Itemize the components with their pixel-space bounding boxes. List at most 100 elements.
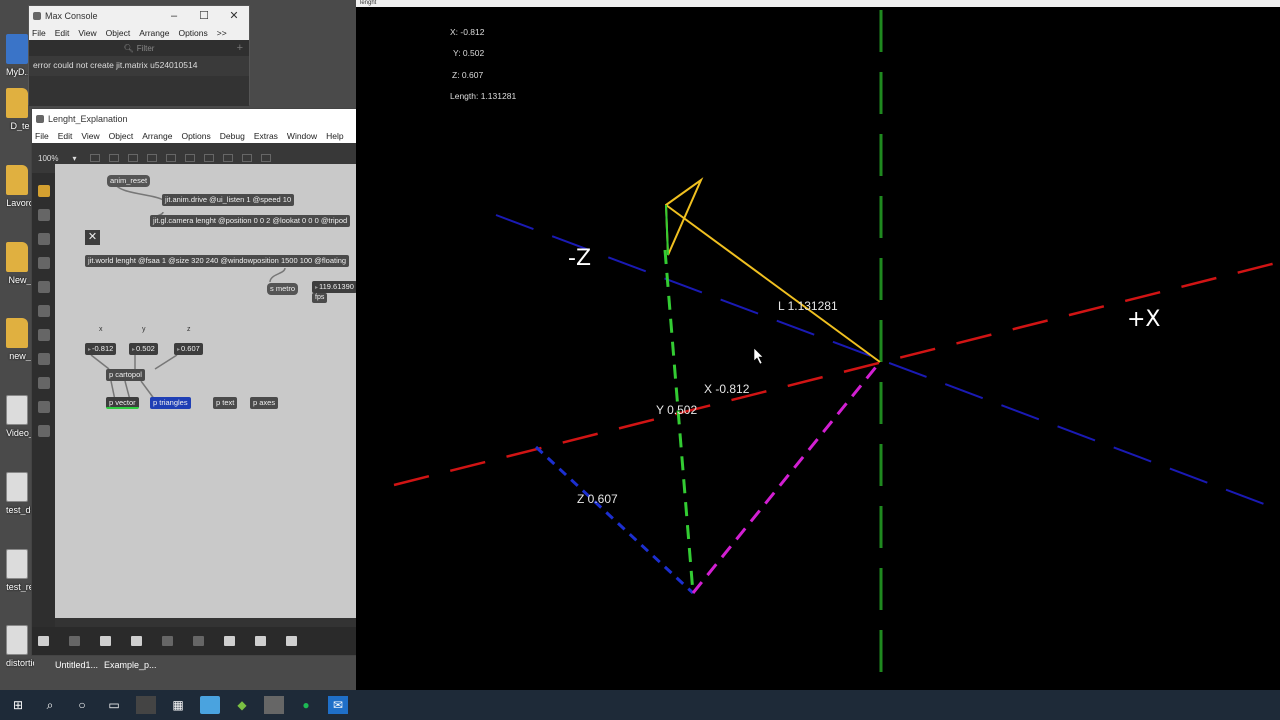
image-icon[interactable] bbox=[37, 305, 50, 317]
menu-arrange[interactable]: Arrange bbox=[139, 28, 169, 38]
comment-icon[interactable] bbox=[100, 636, 111, 646]
menu-object[interactable]: Object bbox=[109, 131, 134, 141]
maximize-icon[interactable]: ☐ bbox=[189, 9, 219, 22]
info-icon[interactable] bbox=[37, 401, 50, 413]
minimize-icon[interactable]: – bbox=[159, 10, 189, 22]
gl-render-window[interactable]: lenght X: -0.812 Y: 0.502 Z: 0.607 Lengt… bbox=[356, 0, 1280, 690]
fps-number[interactable]: 119.61390 bbox=[312, 281, 357, 293]
toolbar-icon[interactable] bbox=[128, 154, 139, 162]
anim-drive-object[interactable]: jit.anim.drive @ui_listen 1 @speed 10 bbox=[162, 194, 295, 206]
world-object[interactable]: jit.world lenght @fsaa 1 @size 320 240 @… bbox=[85, 255, 350, 267]
cortana-icon[interactable]: ○ bbox=[72, 696, 92, 714]
triangles-subpatch[interactable]: p triangles bbox=[150, 397, 191, 409]
menu-extras[interactable]: Extras bbox=[254, 131, 278, 141]
close-icon[interactable]: ✕ bbox=[85, 230, 100, 245]
desktop-icon-label: test_de bbox=[6, 505, 34, 515]
camera-object[interactable]: jit.gl.camera lenght @position 0 0 2 @lo… bbox=[150, 215, 351, 227]
keyboard-icon[interactable] bbox=[286, 636, 297, 646]
sliders-icon[interactable] bbox=[37, 281, 50, 293]
app-icon[interactable] bbox=[200, 696, 220, 714]
menu-options[interactable]: Options bbox=[181, 131, 210, 141]
desktop-icon[interactable]: Lavoro bbox=[0, 165, 34, 208]
chevron-down-icon[interactable]: ▾ bbox=[72, 154, 76, 163]
patcher-canvas[interactable]: anim_reset jit.anim.drive @ui_listen 1 @… bbox=[55, 164, 358, 618]
spotify-icon[interactable]: ● bbox=[296, 696, 316, 714]
desktop-icon[interactable]: test_re bbox=[0, 549, 34, 592]
desktop-icon[interactable]: distortion_... bbox=[0, 625, 34, 668]
windows-start-icon[interactable]: ⊞ bbox=[8, 696, 28, 714]
cartopol-object[interactable]: p cartopol bbox=[106, 369, 145, 381]
menu-help[interactable]: Help bbox=[326, 131, 343, 141]
wrench-icon[interactable] bbox=[224, 636, 235, 646]
piano-icon[interactable] bbox=[255, 636, 266, 646]
number-y[interactable]: 0.502 bbox=[129, 343, 158, 355]
palette-icon[interactable] bbox=[37, 185, 50, 197]
menu-options[interactable]: Options bbox=[178, 28, 207, 38]
menu-file[interactable]: File bbox=[32, 28, 46, 38]
search-icon[interactable]: ⌕ bbox=[40, 696, 60, 714]
toolbar-icon[interactable] bbox=[223, 154, 234, 162]
app-icon[interactable] bbox=[264, 696, 284, 714]
menu-window[interactable]: Window bbox=[287, 131, 317, 141]
desktop-icon-label[interactable]: Untitled1... bbox=[55, 660, 98, 670]
console-titlebar[interactable]: Max Console – ☐ ✕ bbox=[29, 6, 249, 25]
windows-icon[interactable] bbox=[131, 636, 142, 646]
lock-icon[interactable] bbox=[38, 636, 49, 646]
console-message[interactable]: error could not create jit.matrix u52401… bbox=[29, 56, 249, 76]
desktop-icon[interactable]: test_de bbox=[0, 472, 34, 515]
add-icon[interactable]: + bbox=[237, 42, 243, 54]
plug-icon[interactable] bbox=[37, 353, 50, 365]
mail-icon[interactable]: ✉ bbox=[328, 696, 348, 714]
console-filter[interactable]: 🔍︎ Filter + bbox=[29, 40, 249, 56]
menu-object[interactable]: Object bbox=[106, 28, 131, 38]
toolbar-icon[interactable] bbox=[204, 154, 215, 162]
presentation-icon[interactable] bbox=[69, 636, 80, 646]
toolbar-icon[interactable] bbox=[109, 154, 120, 162]
grid-icon[interactable] bbox=[162, 636, 173, 646]
task-view-icon[interactable]: ▭ bbox=[104, 696, 124, 714]
wand-icon[interactable] bbox=[193, 636, 204, 646]
music-note-icon[interactable] bbox=[37, 257, 50, 269]
menu-file[interactable]: File bbox=[35, 131, 49, 141]
paperclip-icon[interactable] bbox=[37, 329, 50, 341]
z-axis-line bbox=[495, 214, 1280, 511]
menu-more[interactable]: >> bbox=[217, 28, 227, 38]
desktop-icon-label[interactable]: Example_p... bbox=[104, 660, 157, 670]
app-icon[interactable] bbox=[136, 696, 156, 714]
axes-subpatch[interactable]: p axes bbox=[250, 397, 279, 409]
left-toolbar bbox=[32, 173, 55, 628]
desktop-icon[interactable]: new_ bbox=[0, 318, 34, 361]
desktop-icon[interactable]: New_ bbox=[0, 242, 34, 285]
menu-arrange[interactable]: Arrange bbox=[142, 131, 172, 141]
toolbar-icon[interactable] bbox=[166, 154, 177, 162]
text-subpatch[interactable]: p text bbox=[213, 397, 238, 409]
close-icon[interactable]: ✕ bbox=[219, 9, 249, 22]
target-icon[interactable] bbox=[37, 209, 50, 221]
toolbar-icon[interactable] bbox=[90, 154, 101, 162]
toolbar-icon[interactable] bbox=[242, 154, 253, 162]
menu-debug[interactable]: Debug bbox=[220, 131, 245, 141]
patcher-window: Lenght_Explanation File Edit View Object… bbox=[31, 108, 358, 656]
clock-icon[interactable] bbox=[37, 377, 50, 389]
menu-view[interactable]: View bbox=[78, 28, 96, 38]
toolbar-icon[interactable] bbox=[147, 154, 158, 162]
zoom-level[interactable]: 100% bbox=[38, 154, 58, 163]
patcher-titlebar[interactable]: Lenght_Explanation bbox=[32, 109, 356, 128]
nvidia-icon[interactable]: ◆ bbox=[232, 696, 252, 714]
s-metro-object[interactable]: s metro bbox=[267, 283, 299, 295]
menu-edit[interactable]: Edit bbox=[55, 28, 70, 38]
console-empty-area bbox=[29, 76, 249, 106]
menu-view[interactable]: View bbox=[81, 131, 99, 141]
toolbar-icon[interactable] bbox=[185, 154, 196, 162]
menu-edit[interactable]: Edit bbox=[58, 131, 73, 141]
toolbar-icon[interactable] bbox=[261, 154, 272, 162]
vector-subpatch[interactable]: p vector bbox=[106, 397, 139, 409]
desktop-icon[interactable]: Video_ bbox=[0, 395, 34, 438]
star-icon[interactable] bbox=[37, 425, 50, 437]
z-component-label: Z 0.607 bbox=[577, 492, 618, 506]
calculator-icon[interactable]: ▦ bbox=[168, 696, 188, 714]
number-z[interactable]: 0.607 bbox=[174, 343, 203, 355]
number-x[interactable]: -0.812 bbox=[85, 343, 117, 355]
dash-icon[interactable] bbox=[37, 233, 50, 245]
anim-reset-message[interactable]: anim_reset bbox=[107, 175, 151, 187]
